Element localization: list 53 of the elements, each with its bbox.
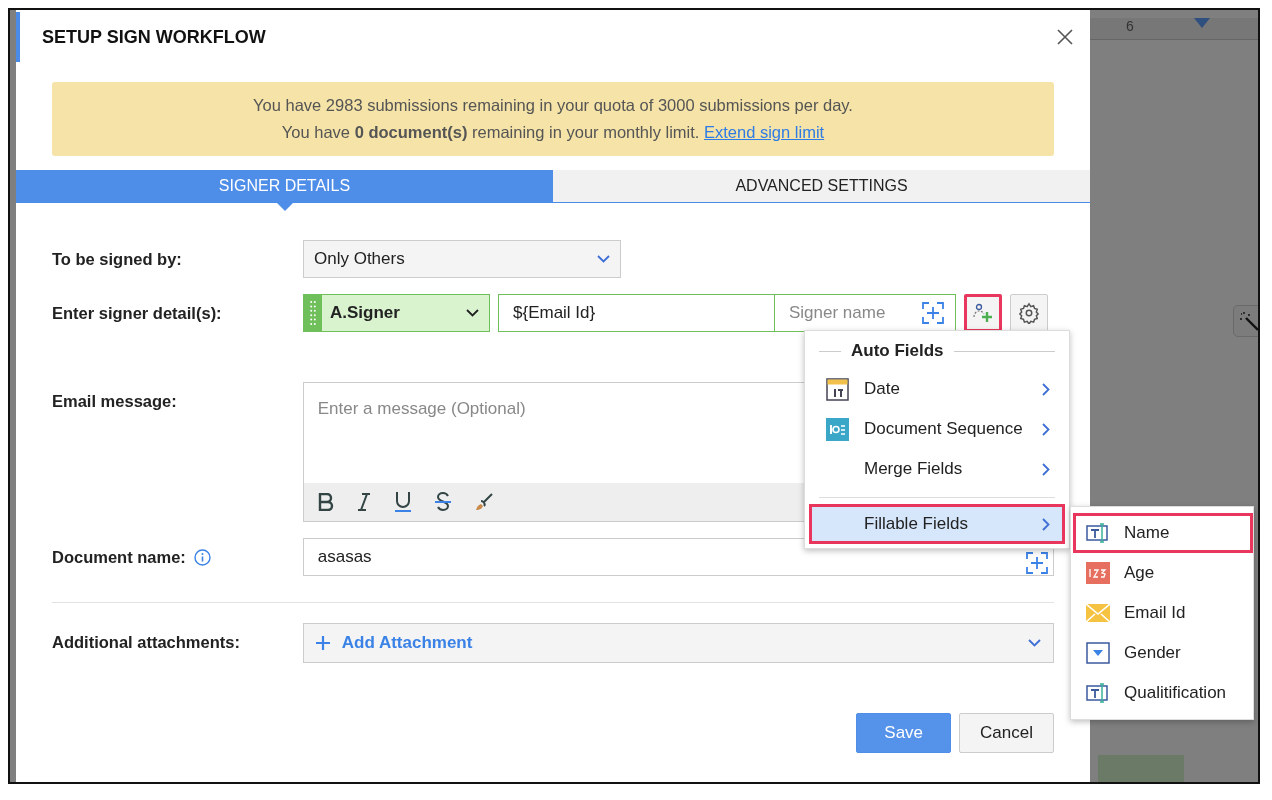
info-icon[interactable] bbox=[193, 549, 211, 566]
add-field-button[interactable] bbox=[964, 294, 1002, 332]
chevron-down-icon bbox=[1028, 639, 1041, 647]
calendar-icon bbox=[826, 377, 849, 401]
chevron-right-icon bbox=[1042, 422, 1050, 436]
chevron-right-icon bbox=[1042, 517, 1050, 531]
menu-item[interactable]: Name bbox=[1073, 513, 1253, 553]
brush-icon[interactable] bbox=[473, 492, 494, 512]
magic-wand-button[interactable] bbox=[1233, 305, 1258, 338]
signed-by-select[interactable]: Only Others bbox=[303, 240, 621, 278]
bold-icon[interactable] bbox=[317, 493, 334, 511]
menu-item[interactable]: Qualitification bbox=[1073, 673, 1253, 713]
underline-icon[interactable] bbox=[393, 491, 412, 513]
field-label: To be signed by: bbox=[52, 250, 182, 269]
close-button[interactable] bbox=[1056, 28, 1074, 46]
tab[interactable]: ADVANCED SETTINGS bbox=[553, 170, 1090, 202]
drag-handle-icon[interactable] bbox=[310, 300, 316, 326]
chevron-right-icon bbox=[1042, 462, 1050, 476]
limit-text: You have 0 document(s) remaining in your monthly limit. Extend sign limit bbox=[280, 122, 826, 143]
number-icon bbox=[1086, 562, 1110, 584]
signer-role-select[interactable]: A.Signer bbox=[303, 294, 490, 332]
menu-item[interactable]: Age bbox=[1073, 553, 1253, 593]
field-label: Email message: bbox=[52, 392, 177, 411]
chevron-right-icon bbox=[1042, 382, 1050, 396]
gear-icon bbox=[1018, 302, 1040, 324]
menu-item[interactable]: Email Id bbox=[1073, 593, 1253, 633]
plus-icon bbox=[315, 636, 330, 650]
menu-item[interactable]: Document Sequence bbox=[809, 409, 1065, 449]
ruler-number: 6 bbox=[1126, 18, 1134, 34]
dropdown-icon bbox=[1086, 642, 1110, 664]
indent-marker-icon bbox=[1193, 18, 1210, 28]
sequence-icon bbox=[826, 417, 849, 441]
menu-item[interactable]: Fillable Fields bbox=[809, 504, 1065, 544]
menu-item[interactable]: Merge Fields bbox=[809, 449, 1065, 489]
add-field-icon[interactable] bbox=[1025, 551, 1049, 575]
person-plus-icon bbox=[972, 303, 994, 323]
text-field-icon bbox=[1086, 683, 1110, 703]
chevron-down-icon bbox=[466, 309, 479, 317]
strikethrough-icon[interactable] bbox=[433, 492, 452, 512]
chevron-down-icon bbox=[597, 255, 610, 263]
menu-heading: Auto Fields bbox=[851, 341, 944, 361]
dialog-title: SETUP SIGN WORKFLOW bbox=[42, 26, 266, 48]
envelope-icon bbox=[1086, 604, 1110, 622]
text-field-icon bbox=[1086, 523, 1110, 543]
settings-button[interactable] bbox=[1010, 294, 1048, 332]
field-label: Additional attachments: bbox=[52, 633, 240, 652]
cancel-button[interactable]: Cancel bbox=[959, 713, 1054, 753]
field-label: Document name: bbox=[52, 548, 186, 567]
menu-item[interactable]: Gender bbox=[1073, 633, 1253, 673]
field-label: Enter signer detail(s): bbox=[52, 304, 222, 323]
menu-item[interactable]: Date bbox=[809, 369, 1065, 409]
italic-icon[interactable] bbox=[355, 493, 372, 511]
quota-text: You have 2983 submissions remaining in your quota of 3000 submissions per day. bbox=[252, 95, 854, 116]
